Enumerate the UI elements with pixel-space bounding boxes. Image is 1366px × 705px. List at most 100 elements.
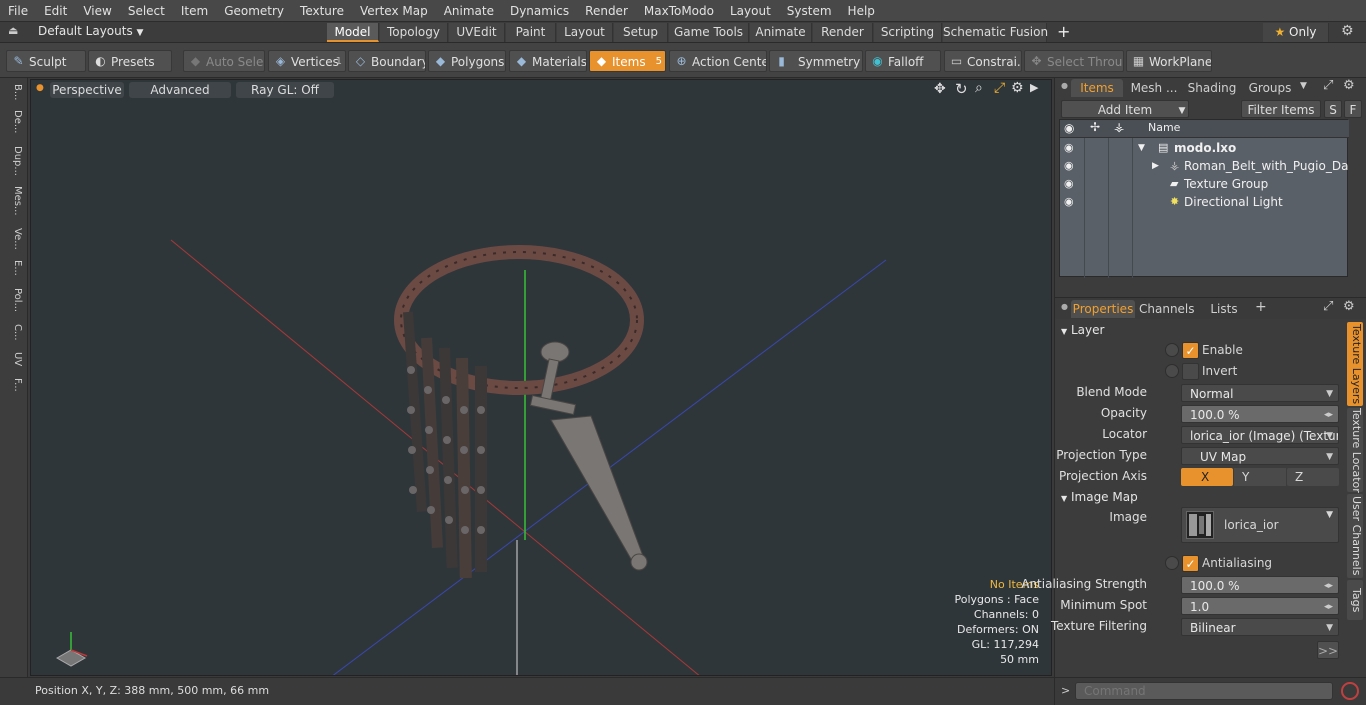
left-tab-deform[interactable]: De... (3, 110, 23, 133)
gear-icon[interactable]: ⚙ (1341, 23, 1354, 39)
constraints-button[interactable]: ▭ Constrai... (944, 50, 1022, 72)
menu-geometry[interactable]: Geometry (216, 0, 292, 22)
visibility-eye-icon[interactable]: ◉ (1064, 193, 1074, 211)
only-toggle[interactable]: ★ Only (1263, 23, 1329, 42)
side-tab-texture-locator[interactable]: Texture Locator (1347, 408, 1363, 493)
menu-select[interactable]: Select (120, 0, 173, 22)
antialiasing-channel-dot[interactable] (1165, 556, 1179, 570)
add-tab-button[interactable]: + (1057, 22, 1070, 41)
left-tab-polygon[interactable]: Pol... (3, 288, 23, 312)
tab-properties[interactable]: Properties (1071, 300, 1135, 318)
locator-dropdown[interactable]: lorica_ior (Image) (Texture) ▼ (1181, 426, 1339, 444)
tab-mesh[interactable]: Mesh ... (1127, 79, 1181, 97)
belt-model[interactable] (394, 245, 648, 579)
materials-button[interactable]: ◆ Materials (509, 50, 587, 72)
add-tab-button[interactable]: + (1255, 299, 1267, 315)
left-tab-vertex[interactable]: Ve... (3, 228, 23, 250)
sculpt-button[interactable]: ✎ Sculpt (6, 50, 86, 72)
left-tab-curve[interactable]: C... (3, 324, 23, 341)
axis-z-button[interactable]: Z (1287, 468, 1339, 486)
gear-icon[interactable]: ⚙ (1343, 78, 1355, 93)
zoom-icon[interactable]: ⌕ (975, 80, 983, 96)
tab-groups[interactable]: Groups (1243, 79, 1297, 97)
workplane-button[interactable]: ▦ WorkPlane (1126, 50, 1212, 72)
tab-uvedit[interactable]: UVEdit (449, 23, 505, 42)
visibility-eye-icon[interactable]: ◉ (1064, 157, 1074, 175)
image-map-section-header[interactable]: ▼ Image Map (1061, 490, 1138, 504)
menu-file[interactable]: File (0, 0, 36, 22)
list-item[interactable]: ◉ ▶ ⚶ Roman_Belt_with_Pugio_Dagg ... (1060, 157, 1349, 175)
polygons-button[interactable]: ◆ Polygons (428, 50, 506, 72)
more-button[interactable]: >> (1317, 641, 1339, 659)
play-icon[interactable]: ▶ (1030, 81, 1038, 94)
menu-edit[interactable]: Edit (36, 0, 75, 22)
select-through-button[interactable]: ✥ Select Through (1024, 50, 1124, 72)
tab-model[interactable]: Model (327, 23, 379, 42)
menu-dynamics[interactable]: Dynamics (502, 0, 577, 22)
blend-mode-dropdown[interactable]: Normal ▼ (1181, 384, 1339, 402)
enable-checkbox[interactable]: ✓ (1182, 342, 1199, 359)
layer-section-header[interactable]: ▼ Layer (1061, 323, 1104, 337)
side-tab-tags[interactable]: Tags (1347, 580, 1363, 620)
slider-arrows-icon[interactable]: ◂▸ (1324, 598, 1333, 614)
list-item[interactable]: ◉ ✸ Directional Light (1060, 193, 1349, 211)
menu-texture[interactable]: Texture (292, 0, 352, 22)
tab-layout[interactable]: Layout (557, 23, 613, 42)
tab-animate[interactable]: Animate (750, 23, 812, 42)
visibility-eye-icon[interactable]: ◉ (1064, 139, 1074, 157)
menu-view[interactable]: View (75, 0, 119, 22)
action-center-button[interactable]: ⊕ Action Center (669, 50, 767, 72)
list-item[interactable]: ◉ ▼ ▤ modo.lxo (1060, 139, 1349, 157)
perspective-dropdown[interactable]: Perspective (50, 82, 124, 98)
axis-y-button[interactable]: Y (1234, 468, 1286, 486)
tab-game-tools[interactable]: Game Tools (669, 23, 749, 42)
auto-select-button[interactable]: ◆ Auto Select (183, 50, 265, 72)
expand-arrow-icon[interactable]: ▶ (1152, 157, 1159, 175)
tab-topology[interactable]: Topology (380, 23, 448, 42)
f-button[interactable]: F (1344, 100, 1362, 118)
gear-icon[interactable]: ⚙ (1011, 80, 1024, 96)
expand-icon[interactable]: ⤢ (1323, 78, 1333, 93)
invert-checkbox[interactable] (1182, 363, 1199, 380)
vertices-button[interactable]: ◈ Vertices 1 (268, 50, 346, 72)
menu-layout[interactable]: Layout (722, 0, 779, 22)
menu-help[interactable]: Help (840, 0, 883, 22)
antialiasing-checkbox[interactable]: ✓ (1182, 555, 1199, 572)
fit-icon[interactable]: ⤢ (994, 80, 1005, 96)
tab-setup[interactable]: Setup (614, 23, 668, 42)
3d-viewport[interactable]: ● Perspective Advanced Ray GL: Off ✥ ↻ ⌕… (30, 79, 1052, 676)
side-tab-user-channels[interactable]: User Channels (1347, 494, 1363, 578)
expand-arrow-icon[interactable]: ▼ (1138, 139, 1145, 157)
add-item-dropdown-icon[interactable]: ▼ (1175, 100, 1189, 118)
tab-channels[interactable]: Channels (1139, 300, 1195, 318)
chevron-down-icon[interactable]: ▼ (1300, 81, 1307, 91)
filter-items-field[interactable]: Filter Items (1241, 100, 1321, 118)
enable-channel-dot[interactable] (1165, 343, 1179, 357)
projection-type-dropdown[interactable]: UV Map ▼ (1181, 447, 1339, 465)
slider-arrows-icon[interactable]: ◂▸ (1324, 406, 1333, 422)
side-tab-texture-layers[interactable]: Texture Layers (1347, 322, 1363, 406)
image-selector[interactable]: lorica_ior ▼ (1181, 507, 1339, 543)
layout-preset-dropdown[interactable]: Default Layouts ▼ (38, 24, 143, 38)
tab-paint[interactable]: Paint (506, 23, 556, 42)
menu-animate[interactable]: Animate (436, 0, 502, 22)
list-item[interactable]: ◉ ▰ Texture Group (1060, 175, 1349, 193)
menu-vertex-map[interactable]: Vertex Map (352, 0, 436, 22)
min-spot-field[interactable]: 1.0 ◂▸ (1181, 597, 1339, 615)
gear-icon[interactable]: ⚙ (1343, 299, 1355, 314)
menu-system[interactable]: System (779, 0, 840, 22)
expand-icon[interactable]: ⤢ (1323, 299, 1333, 314)
menu-maxtomodo[interactable]: MaxToModo (636, 0, 722, 22)
left-tab-duplicate[interactable]: Dup... (3, 146, 23, 176)
axis-x-button[interactable]: X (1181, 468, 1233, 486)
record-icon[interactable] (1341, 682, 1359, 700)
left-tab-basic[interactable]: B... (3, 84, 23, 100)
advanced-dropdown[interactable]: Advanced (129, 82, 231, 98)
s-button[interactable]: S (1324, 100, 1342, 118)
slider-arrows-icon[interactable]: ◂▸ (1324, 577, 1333, 593)
left-tab-mesh-edit[interactable]: Mes... (3, 186, 23, 216)
presets-button[interactable]: ◐ Presets (88, 50, 172, 72)
boundary-button[interactable]: ◇ Boundary (348, 50, 426, 72)
add-item-button[interactable]: Add Item (1061, 100, 1189, 118)
left-tab-uv[interactable]: UV (3, 352, 23, 366)
